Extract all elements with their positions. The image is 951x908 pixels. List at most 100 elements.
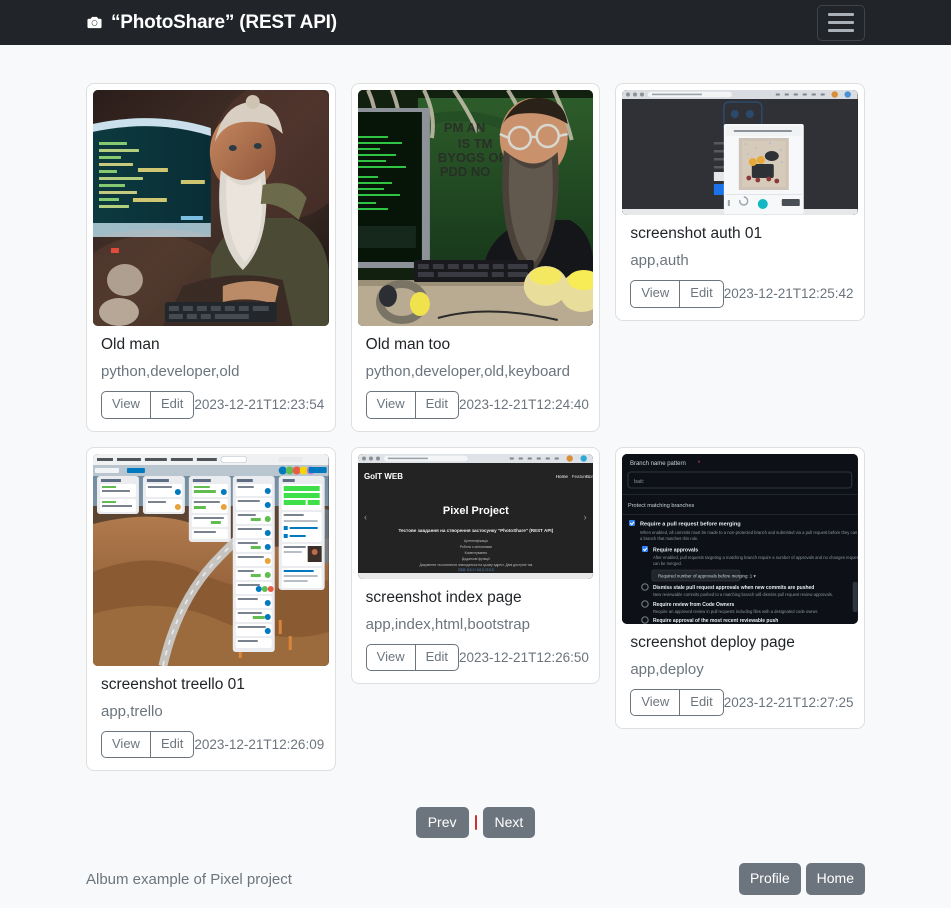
card-tags: app,index,html,bootstrap	[365, 615, 530, 633]
prev-page-button[interactable]: Prev	[415, 807, 469, 839]
pagination: Prev Next	[86, 807, 865, 839]
svg-text:Pixel Project: Pixel Project	[443, 505, 509, 517]
card-tags: app,trello	[101, 702, 163, 720]
svg-text:Робота з світлинами: Робота з світлинами	[459, 545, 491, 549]
card-tags: app,auth	[630, 252, 689, 270]
card-actions: View Edit	[101, 730, 195, 759]
footer-text: Album example of Pixel project	[86, 870, 292, 888]
hamburger-menu-icon[interactable]	[817, 4, 865, 41]
card-title: screenshot index page	[365, 588, 522, 606]
home-button[interactable]: Home	[805, 863, 865, 895]
card-body: Old man python,developer,old View Edit 2…	[93, 326, 329, 425]
card-title: Old man too	[365, 336, 451, 353]
brand[interactable]: “PhotoShare” (REST API)	[86, 12, 337, 34]
card-footer: View Edit 2023-12-21T12:26:09	[101, 730, 325, 759]
svg-text:Тестове завдання на створення: Тестове завдання на створення застосунку…	[398, 528, 553, 533]
card-title: screenshot treello 01	[101, 675, 245, 693]
view-button[interactable]: View	[365, 643, 415, 672]
card-body: screenshot treello 01 app,trello View Ed…	[93, 666, 329, 765]
svg-text:When enabled, all commits must: When enabled, all commits must be made t…	[640, 530, 858, 535]
camera-icon	[86, 15, 103, 30]
top-navbar: “PhotoShare” (REST API)	[0, 0, 951, 45]
card-timestamp: 2023-12-21T12:26:50	[459, 650, 589, 666]
photo-card[interactable]: PM AN IS TM BYOGS OR PDD NO Old man too …	[350, 83, 601, 432]
photo-thumbnail[interactable]: Branch name pattern * bait: Protect matc…	[622, 453, 858, 624]
svg-text:Require a pull request before: Require a pull request before merging	[640, 521, 741, 527]
card-title: screenshot deploy page	[630, 633, 795, 651]
card-timestamp: 2023-12-21T12:23:54	[194, 397, 325, 413]
hamburger-bar	[828, 13, 854, 16]
view-button[interactable]: View	[101, 730, 150, 759]
card-footer: View Edit 2023-12-21T12:27:25	[630, 688, 854, 717]
view-button[interactable]: View	[630, 280, 680, 308]
edit-button[interactable]: Edit	[149, 391, 195, 419]
svg-text:Dismiss stale pull request app: Dismiss stale pull request approvals whe…	[653, 585, 814, 591]
svg-text:Require approval of the most r: Require approval of the most recent revi…	[653, 618, 778, 624]
svg-text:Require approvals: Require approvals	[653, 547, 698, 553]
svg-text:›: ›	[583, 512, 586, 522]
photo-thumbnail[interactable]: PM AN IS TM BYOGS OR PDD NO	[357, 90, 594, 326]
edit-button[interactable]: Edit	[149, 730, 195, 759]
card-timestamp: 2023-12-21T12:25:42	[723, 286, 854, 302]
card-tags: python,developer,old	[101, 363, 240, 381]
card-body: Old man too python,developer,old,keyboar…	[358, 326, 594, 425]
page-footer: Album example of Pixel project Profile H…	[0, 850, 951, 908]
svg-text:Документи та конспекти знаходя: Документи та конспекти знаходяться на ць…	[419, 563, 532, 567]
footer-actions: Profile Home	[738, 863, 865, 895]
svg-text:BYOGS OR: BYOGS OR	[438, 150, 509, 165]
photo-thumbnail[interactable]	[93, 90, 329, 326]
card-actions: View Edit	[630, 688, 724, 717]
profile-button[interactable]: Profile	[738, 863, 801, 895]
view-button[interactable]: View	[630, 688, 680, 717]
card-actions: View Edit	[630, 280, 724, 308]
photo-thumbnail[interactable]: GoIT WEB Home Features Contact Pixel Pro…	[357, 453, 594, 579]
photo-card[interactable]: screenshot auth 01 app,auth View Edit 20…	[615, 83, 865, 321]
svg-text:After enabled, pull requests t: After enabled, pull requests targeting a…	[653, 555, 858, 560]
card-tags: app,deploy	[630, 660, 704, 678]
svg-text:Require review from Code Owner: Require review from Code Owners	[653, 602, 735, 608]
svg-text:New reviewable commits pushed: New reviewable commits pushed to a match…	[653, 592, 833, 597]
view-button[interactable]: View	[101, 391, 150, 419]
card-timestamp: 2023-12-21T12:26:09	[194, 737, 325, 753]
card-title: Old man	[101, 336, 160, 353]
svg-text:Коментування: Коментування	[464, 551, 487, 555]
photo-card[interactable]: GoIT WEB Home Features Contact Pixel Pro…	[350, 446, 601, 685]
photo-thumbnail[interactable]	[93, 453, 329, 666]
edit-button[interactable]: Edit	[679, 688, 724, 717]
photo-card[interactable]: screenshot treello 01 app,trello View Ed…	[86, 446, 336, 772]
edit-button[interactable]: Edit	[414, 391, 460, 419]
svg-text:bait:: bait:	[634, 479, 645, 485]
photo-card[interactable]: Old man python,developer,old View Edit 2…	[86, 83, 336, 432]
card-timestamp: 2023-12-21T12:27:25	[723, 695, 854, 711]
card-tags: python,developer,old,keyboard	[365, 363, 570, 381]
card-actions: View Edit	[365, 643, 460, 672]
card-title: screenshot auth 01	[630, 225, 763, 242]
photo-grid: Old man python,developer,old View Edit 2…	[86, 83, 865, 772]
card-body: screenshot auth 01 app,auth View Edit 20…	[622, 215, 858, 314]
svg-text:Require an approved review in: Require an approved review in pull reque…	[653, 609, 818, 614]
edit-button[interactable]: Edit	[679, 280, 724, 308]
photo-thumbnail[interactable]	[622, 90, 858, 215]
svg-text:PDD NO: PDD NO	[440, 164, 490, 179]
hamburger-bar	[828, 29, 854, 32]
pagination-separator	[474, 815, 477, 831]
card-actions: View Edit	[365, 391, 460, 419]
edit-button[interactable]: Edit	[414, 643, 460, 672]
svg-text:Додаткові функції: Додаткові функції	[462, 557, 490, 561]
photo-card[interactable]: Branch name pattern * bait: Protect matc…	[615, 446, 865, 730]
svg-text:GoIT WEB: GoIT WEB	[364, 472, 403, 481]
svg-text:can be merged.: can be merged.	[653, 561, 682, 566]
svg-text:Contact: Contact	[585, 474, 593, 479]
next-page-button[interactable]: Next	[482, 807, 536, 839]
svg-text:Required number of approvals b: Required number of approvals before merg…	[658, 573, 756, 578]
card-footer: View Edit 2023-12-21T12:23:54	[101, 391, 325, 419]
hamburger-bar	[828, 21, 854, 24]
svg-text:PM AN: PM AN	[444, 120, 485, 135]
brand-title: “PhotoShare” (REST API)	[111, 11, 337, 33]
card-body: screenshot index page app,index,html,boo…	[358, 579, 594, 678]
svg-text:Home: Home	[555, 474, 568, 479]
svg-text:Аутентифікація: Аутентифікація	[463, 539, 487, 543]
card-footer: View Edit 2023-12-21T12:25:42	[630, 280, 854, 308]
svg-text:GSO: 0.0.1 / 0.0.2 / 0.0.3: GSO: 0.0.1 / 0.0.2 / 0.0.3	[458, 568, 494, 572]
view-button[interactable]: View	[365, 391, 415, 419]
